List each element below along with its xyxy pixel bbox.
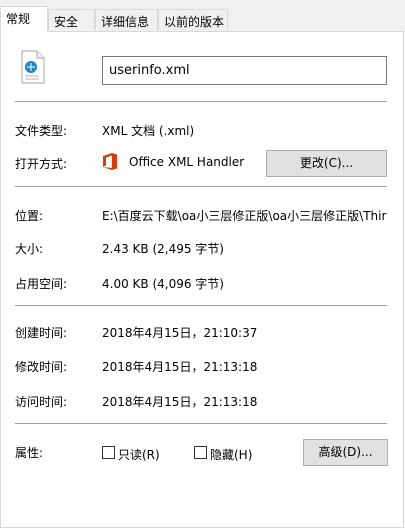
separator <box>15 423 387 424</box>
xml-file-icon <box>18 50 48 84</box>
tab-general[interactable]: 常规 <box>0 6 48 32</box>
separator <box>15 305 387 306</box>
attributes-label: 属性: <box>15 446 44 460</box>
file-type-label: 文件类型: <box>15 124 68 138</box>
change-button[interactable]: 更改(C)... <box>266 150 387 177</box>
size-on-disk-label: 占用空间: <box>15 277 68 291</box>
size-value: 2.43 KB (2,495 字节) <box>102 242 224 256</box>
accessed-label: 访问时间: <box>15 395 68 409</box>
size-on-disk-value: 4.00 KB (4,096 字节) <box>102 277 224 291</box>
readonly-label[interactable]: 只读(R) <box>118 446 160 463</box>
tab-details[interactable]: 详细信息 <box>95 9 158 30</box>
tab-security[interactable]: 安全 <box>48 9 95 30</box>
hidden-label[interactable]: 隐藏(H) <box>210 446 252 463</box>
accessed-value: 2018年4月15日，21:13:18 <box>102 395 258 409</box>
opens-with-label: 打开方式: <box>15 157 68 171</box>
advanced-button[interactable]: 高级(D)... <box>303 439 388 466</box>
location-value[interactable]: E:\百度云下载\oa小三层修正版\oa小三层修正版\Thir <box>102 207 390 224</box>
readonly-checkbox[interactable] <box>102 446 115 459</box>
hidden-checkbox[interactable] <box>194 446 207 459</box>
modified-value: 2018年4月15日，21:13:18 <box>102 360 258 374</box>
location-label: 位置: <box>15 209 44 223</box>
separator <box>15 101 387 102</box>
file-type-value: XML 文档 (.xml) <box>102 124 195 138</box>
opens-with-app: Office XML Handler <box>129 155 245 169</box>
file-name-field[interactable]: userinfo.xml <box>102 56 387 85</box>
modified-label: 修改时间: <box>15 360 68 374</box>
created-value: 2018年4月15日，21:10:37 <box>102 326 258 340</box>
tab-strip: 常规 安全 详细信息 以前的版本 <box>0 0 405 32</box>
office-icon <box>102 152 118 171</box>
created-label: 创建时间: <box>15 326 68 340</box>
tab-previous-versions[interactable]: 以前的版本 <box>158 9 228 30</box>
size-label: 大小: <box>15 242 44 256</box>
separator <box>15 186 387 187</box>
properties-panel: userinfo.xml 文件类型: XML 文档 (.xml) 打开方式: O… <box>0 31 404 528</box>
